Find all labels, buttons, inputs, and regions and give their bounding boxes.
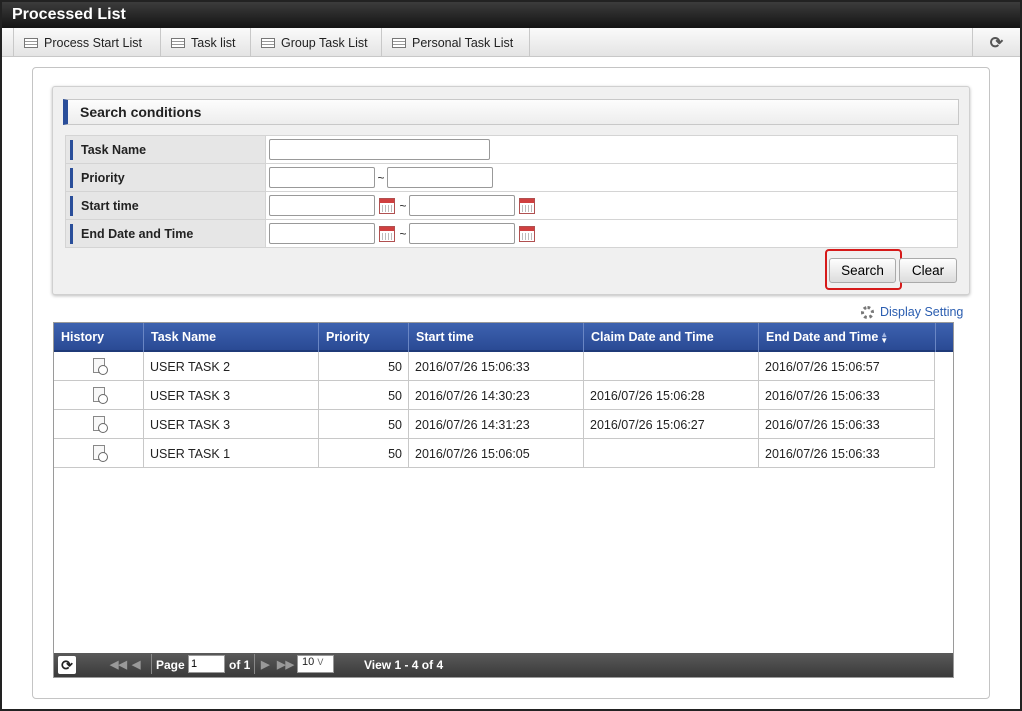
window-title: Processed List: [2, 2, 1020, 28]
last-page-icon[interactable]: ▶▶: [277, 658, 294, 671]
search-conditions-table: Task Name Priority ~ Start time ~ End Da…: [65, 135, 958, 248]
tab-label: Personal Task List: [412, 35, 514, 50]
cell-start-time: 2016/07/26 15:06:05: [409, 439, 584, 468]
cell-priority: 50: [319, 410, 409, 439]
calendar-icon[interactable]: [519, 225, 535, 242]
calendar-icon[interactable]: [379, 197, 395, 214]
tab-label: Task list: [191, 35, 236, 50]
range-separator: ~: [377, 170, 385, 185]
list-icon: [261, 37, 275, 48]
reload-icon[interactable]: ⟳: [58, 656, 76, 674]
column-priority[interactable]: Priority: [319, 323, 409, 352]
prev-page-icon[interactable]: ◀: [132, 658, 140, 671]
refresh-icon[interactable]: ⟳: [972, 28, 1020, 57]
clear-button[interactable]: Clear: [899, 258, 957, 283]
first-page-icon[interactable]: ◀◀: [110, 658, 127, 671]
pager-separator: [254, 654, 255, 674]
column-start-time[interactable]: Start time: [409, 323, 584, 352]
range-separator: ~: [399, 226, 407, 241]
cell-end-time: 2016/07/26 15:06:33: [759, 381, 935, 410]
end-time-label: End Date and Time: [70, 223, 265, 244]
cell-start-time: 2016/07/26 14:31:23: [409, 410, 584, 439]
start-time-from-input[interactable]: [269, 195, 375, 216]
cell-claim-time: [584, 439, 759, 468]
cell-task-name: USER TASK 3: [144, 381, 319, 410]
results-grid: History Task Name Priority Start time Cl…: [53, 322, 954, 678]
cell-start-time: 2016/07/26 14:30:23: [409, 381, 584, 410]
calendar-icon[interactable]: [519, 197, 535, 214]
column-task-name[interactable]: Task Name: [144, 323, 319, 352]
priority-to-input[interactable]: [387, 167, 493, 188]
search-conditions-header: Search conditions: [63, 99, 959, 125]
tab-bar: Process Start List Task list Group Task …: [2, 28, 1020, 57]
history-icon[interactable]: [92, 445, 108, 462]
tab-task-list[interactable]: Task list: [161, 28, 251, 57]
display-setting-link[interactable]: Display Setting: [861, 305, 963, 319]
page-label: Page: [156, 658, 185, 672]
end-time-to-input[interactable]: [409, 223, 515, 244]
cell-task-name: USER TASK 2: [144, 352, 319, 381]
cell-claim-time: [584, 352, 759, 381]
search-button-highlight: [825, 249, 902, 290]
start-time-label: Start time: [70, 195, 265, 216]
tab-label: Process Start List: [44, 35, 142, 50]
pager-bar: ⟳ ◀◀ ◀ Page of 1 ▶ ▶▶ 10 V View 1 - 4 of…: [54, 653, 953, 677]
column-end-time[interactable]: End Date and Time ▲ ▼: [759, 323, 936, 352]
page-count-label: of 1: [229, 658, 251, 672]
sort-icon: ▲ ▼: [880, 329, 889, 345]
list-icon: [392, 37, 406, 48]
rows-per-page-select[interactable]: 10 V: [297, 655, 334, 673]
list-icon: [171, 37, 185, 48]
pager-separator: [151, 654, 152, 674]
column-history[interactable]: History: [54, 323, 144, 352]
tab-group-task-list[interactable]: Group Task List: [251, 28, 382, 57]
cell-task-name: USER TASK 1: [144, 439, 319, 468]
cell-end-time: 2016/07/26 15:06:57: [759, 352, 935, 381]
display-setting-label: Display Setting: [880, 305, 964, 319]
history-icon[interactable]: [92, 416, 108, 433]
priority-from-input[interactable]: [269, 167, 375, 188]
cell-end-time: 2016/07/26 15:06:33: [759, 410, 935, 439]
cell-priority: 50: [319, 439, 409, 468]
tab-label: Group Task List: [281, 35, 368, 50]
cell-claim-time: 2016/07/26 15:06:27: [584, 410, 759, 439]
list-icon: [24, 37, 38, 48]
column-claim-time[interactable]: Claim Date and Time: [584, 323, 759, 352]
task-name-input[interactable]: [269, 139, 490, 160]
start-time-to-input[interactable]: [409, 195, 515, 216]
page-number-input[interactable]: [188, 655, 225, 673]
cell-priority: 50: [319, 381, 409, 410]
grid-header: History Task Name Priority Start time Cl…: [54, 323, 953, 352]
end-time-from-input[interactable]: [269, 223, 375, 244]
history-icon[interactable]: [92, 387, 108, 404]
tab-personal-task-list[interactable]: Personal Task List: [382, 28, 530, 57]
calendar-icon[interactable]: [379, 225, 395, 242]
tab-process-start-list[interactable]: Process Start List: [13, 28, 161, 57]
gear-icon: [861, 305, 874, 319]
next-page-icon[interactable]: ▶: [261, 658, 269, 671]
view-info: View 1 - 4 of 4: [364, 658, 444, 672]
range-separator: ~: [399, 198, 407, 213]
task-name-label: Task Name: [70, 139, 265, 160]
cell-start-time: 2016/07/26 15:06:33: [409, 352, 584, 381]
history-icon[interactable]: [92, 358, 108, 375]
cell-priority: 50: [319, 352, 409, 381]
cell-claim-time: 2016/07/26 15:06:28: [584, 381, 759, 410]
cell-task-name: USER TASK 3: [144, 410, 319, 439]
cell-end-time: 2016/07/26 15:06:33: [759, 439, 935, 468]
priority-label: Priority: [70, 167, 265, 188]
